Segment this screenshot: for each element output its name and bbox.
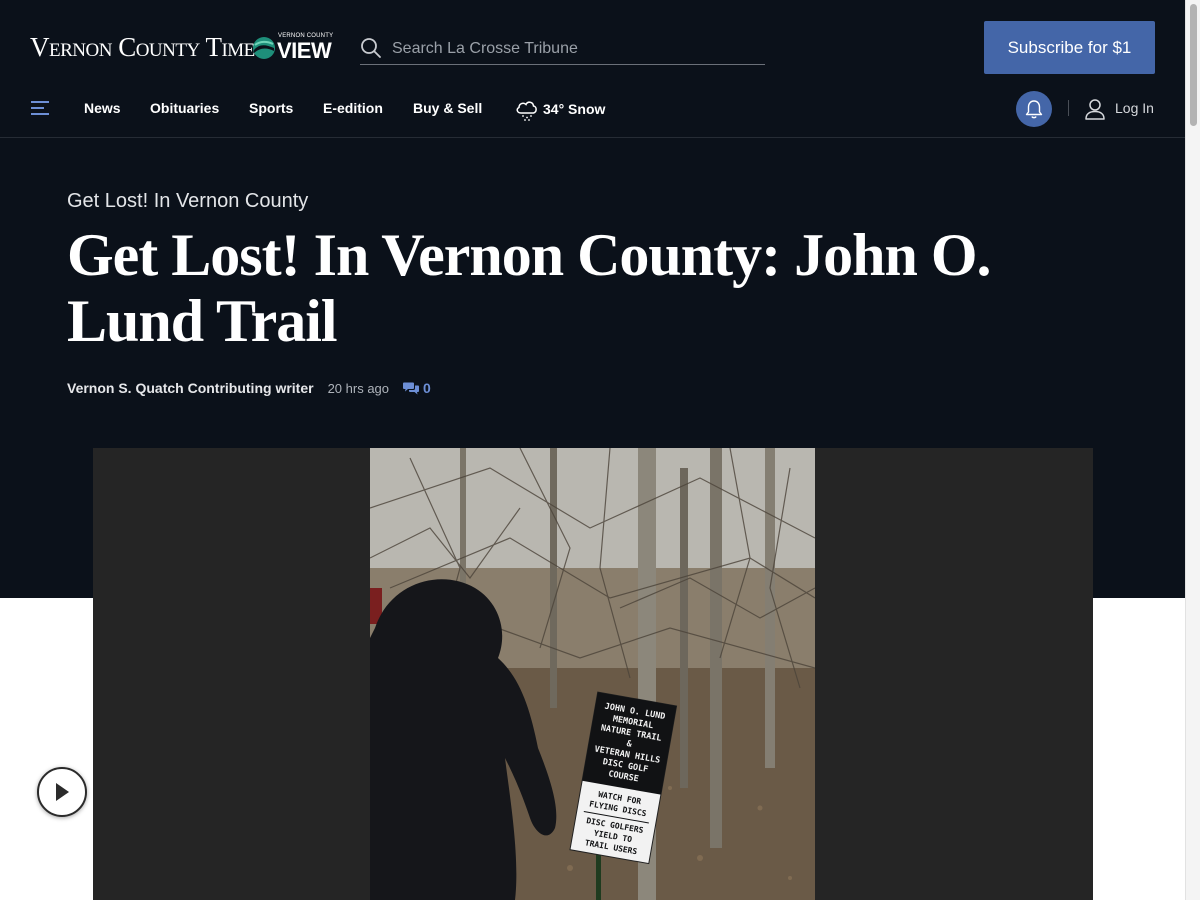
search-underline xyxy=(360,64,765,65)
search-icon[interactable] xyxy=(360,37,382,59)
tree-trunk xyxy=(710,448,722,848)
search-input[interactable] xyxy=(392,34,764,64)
article-headline: Get Lost! In Vernon County: John O. Lund… xyxy=(67,222,992,354)
weather-widget[interactable]: 34° Snow xyxy=(514,96,605,122)
site-logo[interactable]: Vernon County Times xyxy=(30,32,265,63)
page-scrollbar[interactable] xyxy=(1185,0,1200,900)
weather-text: 34° Snow xyxy=(543,101,606,117)
tree-trunk xyxy=(680,468,688,788)
nav-item-buy-sell[interactable]: Buy & Sell xyxy=(413,100,482,116)
author-name[interactable]: Vernon S. Quatch Contributing writer xyxy=(67,380,314,396)
play-icon xyxy=(56,783,69,801)
bell-icon xyxy=(1025,100,1043,119)
article-photo: JOHN O. LUND MEMORIAL NATURE TRAIL & VET… xyxy=(370,448,815,900)
comments-link[interactable]: 0 xyxy=(403,380,431,396)
tree-trunk xyxy=(550,448,557,708)
article-media: JOHN O. LUND MEMORIAL NATURE TRAIL & VET… xyxy=(93,448,1093,900)
header-border xyxy=(0,137,1185,138)
publish-time: 20 hrs ago xyxy=(327,380,390,396)
nav-divider xyxy=(1068,100,1069,116)
menu-icon[interactable] xyxy=(31,100,49,116)
login-link[interactable]: Log In xyxy=(1115,100,1154,116)
scrollbar-thumb[interactable] xyxy=(1190,4,1197,126)
comment-icon xyxy=(403,382,420,395)
article-kicker[interactable]: Get Lost! In Vernon County xyxy=(67,190,308,213)
weather-snow-icon xyxy=(516,101,537,121)
notifications-button[interactable] xyxy=(1016,91,1052,127)
comment-count: 0 xyxy=(423,380,431,396)
subscribe-button[interactable]: Subscribe for $1 xyxy=(984,21,1155,74)
partner-logo-big-text: VIEW xyxy=(277,38,332,63)
nav-item-obituaries[interactable]: Obituaries xyxy=(150,100,219,116)
partner-logo-icon xyxy=(253,37,275,59)
nav-item-e-edition[interactable]: E-edition xyxy=(323,100,383,116)
play-button[interactable] xyxy=(37,767,87,817)
tree-trunk xyxy=(765,448,775,768)
user-icon[interactable] xyxy=(1085,98,1105,120)
nav-item-sports[interactable]: Sports xyxy=(249,100,293,116)
nav-item-news[interactable]: News xyxy=(84,100,121,116)
article-byline: Vernon S. Quatch Contributing writer 20 … xyxy=(67,380,431,396)
partner-logo[interactable]: VERNON COUNTY VIEW xyxy=(252,33,333,63)
